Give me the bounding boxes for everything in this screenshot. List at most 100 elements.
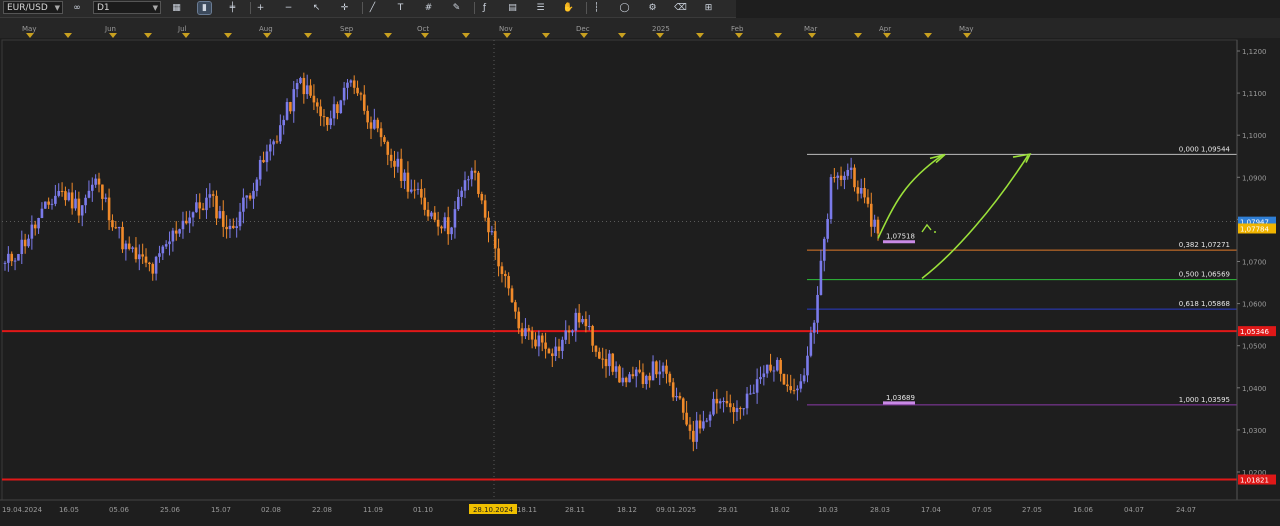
candle-body <box>131 247 134 249</box>
candle-body <box>873 219 876 227</box>
candle-body <box>866 197 870 204</box>
candle-body <box>611 353 615 372</box>
price-tick-label: 1,0400 <box>1242 385 1267 393</box>
candle-body <box>221 211 225 227</box>
time-tick-label: 24.07 <box>1176 506 1196 514</box>
grid-icon[interactable]: # <box>422 2 435 14</box>
candle-body <box>624 377 628 383</box>
candle-body <box>215 195 218 219</box>
month-label: Sep <box>340 25 354 33</box>
candle-body <box>786 384 789 387</box>
candle-body <box>816 294 819 323</box>
candle-body <box>708 414 712 421</box>
link-icon[interactable]: ∞ <box>67 2 87 14</box>
candle-body <box>843 175 846 180</box>
eraser-icon[interactable]: ⌫ <box>674 2 687 14</box>
candle-body <box>40 208 44 218</box>
candle-body <box>13 260 17 262</box>
candle-body <box>836 175 840 178</box>
candle-body <box>282 119 285 126</box>
candle-body <box>681 398 685 413</box>
price-chart[interactable]: May Jun Jul Aug Sep Oct Nov Dec 2025 Feb Mar Apr May… <box>0 18 1280 526</box>
candle-body <box>634 369 638 377</box>
candles-icon[interactable]: ▮ <box>197 1 212 15</box>
candle-body <box>477 172 480 194</box>
candle-body <box>91 184 94 191</box>
candle-body <box>483 200 487 218</box>
cursor-icon[interactable]: ↖ <box>310 2 323 14</box>
settings-icon[interactable]: ⚙ <box>646 2 659 14</box>
candle-body <box>60 190 64 192</box>
candle-body <box>258 159 262 180</box>
candle-body <box>262 159 265 163</box>
time-tick-label: 28.03 <box>870 506 890 514</box>
price-tick-label: 1,0600 <box>1242 301 1267 309</box>
candle-body <box>376 119 380 129</box>
candle-body <box>362 94 366 111</box>
candle-body <box>389 154 393 161</box>
candle-body <box>138 254 141 260</box>
candle-body <box>480 193 484 201</box>
price-tick-label: 1,0300 <box>1242 427 1267 435</box>
candle-body <box>806 355 809 376</box>
candle-body <box>863 187 866 198</box>
candle-body <box>658 371 662 375</box>
candle-body <box>228 225 232 230</box>
candle-body <box>332 104 336 119</box>
candle-body <box>312 95 316 103</box>
candle-body <box>527 328 531 331</box>
candle-body <box>789 386 792 391</box>
indicators-icon[interactable]: ƒ <box>478 2 491 14</box>
candle-body <box>205 197 208 211</box>
candle-body <box>510 288 514 303</box>
price-tick-label: 1,1000 <box>1242 132 1267 140</box>
candle-body <box>373 119 376 129</box>
template-icon[interactable]: ▤ <box>506 2 519 14</box>
chart-type-icon[interactable]: ▦ <box>170 2 183 14</box>
toolbar-separator <box>250 2 251 14</box>
candle-body <box>537 335 541 347</box>
price-tick-label: 1,0700 <box>1242 259 1267 267</box>
layout-icon[interactable]: ⊞ <box>702 2 715 14</box>
bars-icon[interactable]: ╪ <box>226 2 239 14</box>
candle-body <box>765 364 769 374</box>
price-tick-label: 1,0900 <box>1242 174 1267 182</box>
period-separator-icon[interactable]: ┆ <box>590 2 603 14</box>
candle-body <box>252 190 255 199</box>
candle-body <box>614 366 618 372</box>
candle-body <box>826 218 829 239</box>
candle-body <box>655 361 658 375</box>
candle-body <box>678 395 682 399</box>
candle-body <box>769 364 772 371</box>
crosshair-icon[interactable]: ✛ <box>338 2 351 14</box>
candle-body <box>557 346 561 351</box>
candle-body <box>869 203 873 227</box>
candle-body <box>822 238 826 261</box>
candle-body <box>446 217 450 235</box>
zoom-out-icon[interactable]: − <box>282 2 295 14</box>
candle-body <box>70 192 74 209</box>
candle-body <box>728 403 732 408</box>
candle-body <box>453 209 457 228</box>
candle-body <box>497 248 500 267</box>
hand-icon[interactable]: ✋ <box>562 2 575 14</box>
candle-body <box>23 239 27 247</box>
candle-body <box>299 77 302 84</box>
candle-body <box>440 226 443 229</box>
candle-body <box>369 122 373 129</box>
text-tool-icon[interactable]: T <box>394 2 407 14</box>
candle-body <box>80 205 84 216</box>
pencil-icon[interactable]: ✎ <box>450 2 463 14</box>
candle-body <box>833 177 836 179</box>
ellipse-icon[interactable]: ◯ <box>618 2 631 14</box>
timeframe-select[interactable]: D1 ▼ <box>93 1 161 14</box>
candle-body <box>94 178 97 185</box>
symbol-select[interactable]: EUR/USD ▼ <box>3 1 63 14</box>
candle-body <box>111 220 114 228</box>
objects-list-icon[interactable]: ☰ <box>534 2 547 14</box>
zoom-in-icon[interactable]: + <box>254 2 267 14</box>
candle-body <box>507 276 510 289</box>
candle-body <box>812 322 816 333</box>
trendline-icon[interactable]: ╱ <box>366 2 379 14</box>
candle-body <box>799 381 803 389</box>
